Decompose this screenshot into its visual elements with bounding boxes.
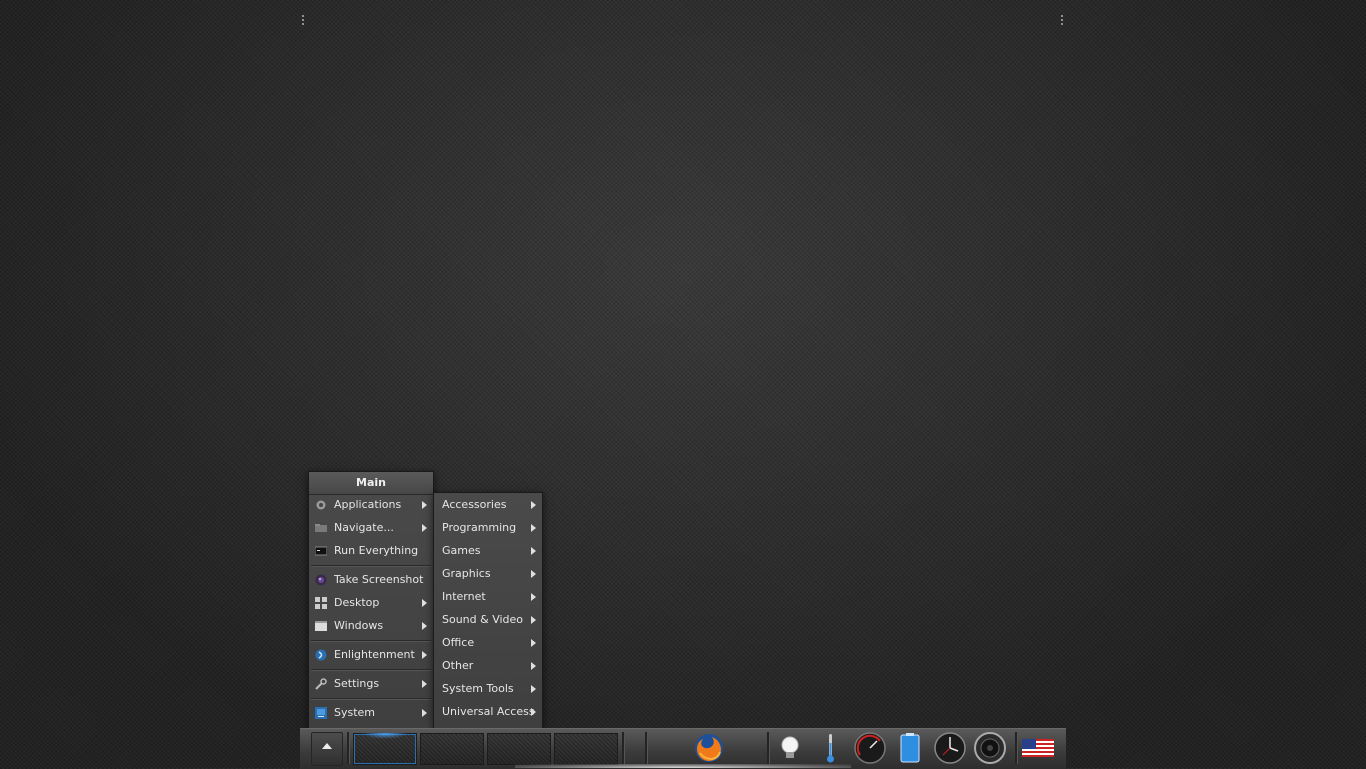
menu-item-other[interactable]: Other xyxy=(434,655,542,677)
virtual-desktop-1[interactable] xyxy=(353,733,417,765)
us-flag-icon[interactable] xyxy=(1021,731,1055,765)
cpu-gauge-icon[interactable] xyxy=(853,731,887,765)
chevron-up-icon xyxy=(322,743,332,749)
menu-item-internet[interactable]: Internet xyxy=(434,586,542,608)
submenu-arrow-icon xyxy=(531,639,536,647)
submenu-arrow-icon xyxy=(531,662,536,670)
folder-icon xyxy=(315,524,327,532)
menu-item-universal-access[interactable]: Universal Access xyxy=(434,701,542,723)
shelf-separator xyxy=(645,732,647,764)
submenu-arrow-icon xyxy=(531,547,536,555)
menu-item-enlightenment[interactable]: Enlightenment xyxy=(309,644,433,666)
start-menu-button[interactable] xyxy=(311,732,343,766)
menu-item-system[interactable]: System xyxy=(309,702,433,724)
window-icon xyxy=(315,621,327,631)
menu-item-label: Universal Access xyxy=(442,705,535,718)
virtual-desktop-3[interactable] xyxy=(487,733,551,765)
shelf-grip-right[interactable] xyxy=(1061,14,1063,26)
applications-submenu: Accessories Programming Games Graphics I… xyxy=(433,492,543,729)
menu-item-label: Programming xyxy=(442,521,517,534)
menu-separator xyxy=(311,640,431,641)
menu-separator xyxy=(311,698,431,699)
menu-item-games[interactable]: Games xyxy=(434,540,542,562)
menu-separator xyxy=(311,565,431,566)
virtual-desktop-2[interactable] xyxy=(420,733,484,765)
shelf-separator xyxy=(767,732,769,764)
menu-item-office[interactable]: Office xyxy=(434,632,542,654)
menu-item-run-everything[interactable]: Run Everything xyxy=(309,540,433,562)
submenu-arrow-icon xyxy=(531,685,536,693)
virtual-desktop-4[interactable] xyxy=(554,733,618,765)
submenu-arrow-icon xyxy=(422,709,427,717)
submenu-arrow-icon xyxy=(422,622,427,630)
shelf-separator xyxy=(347,732,349,764)
menu-item-label: Applications xyxy=(334,498,402,511)
menu-item-label: Office xyxy=(442,636,475,649)
menu-title: Main xyxy=(309,472,433,495)
camera-icon xyxy=(315,574,327,586)
firefox-icon[interactable] xyxy=(692,731,726,765)
grid-icon xyxy=(315,597,327,609)
gear-icon xyxy=(316,500,326,510)
submenu-arrow-icon xyxy=(531,593,536,601)
menu-item-label: Games xyxy=(442,544,481,557)
thermometer-icon[interactable] xyxy=(813,731,847,765)
shelf-separator xyxy=(622,732,624,764)
menu-item-applications[interactable]: Applications xyxy=(309,494,433,516)
menu-item-desktop[interactable]: Desktop xyxy=(309,592,433,614)
lightbulb-icon[interactable] xyxy=(773,731,807,765)
menu-item-graphics[interactable]: Graphics xyxy=(434,563,542,585)
menu-item-take-screenshot[interactable]: Take Screenshot xyxy=(309,569,433,591)
enlightenment-logo-icon xyxy=(315,649,327,661)
submenu-arrow-icon xyxy=(531,708,536,716)
battery-icon[interactable] xyxy=(893,731,927,765)
menu-item-accessories[interactable]: Accessories xyxy=(434,494,542,516)
submenu-arrow-icon xyxy=(422,524,427,532)
submenu-arrow-icon xyxy=(531,616,536,624)
menu-item-label: Run Everything xyxy=(334,544,419,557)
menu-item-sound-video[interactable]: Sound & Video xyxy=(434,609,542,631)
submenu-arrow-icon xyxy=(422,599,427,607)
menu-item-label: Take Screenshot xyxy=(334,573,424,586)
menu-item-settings[interactable]: Settings xyxy=(309,673,433,695)
terminal-icon xyxy=(315,546,327,556)
menu-item-label: Navigate... xyxy=(334,521,394,534)
submenu-arrow-icon xyxy=(531,524,536,532)
menu-item-label: Internet xyxy=(442,590,486,603)
menu-item-label: Settings xyxy=(334,677,380,690)
menu-item-system-tools[interactable]: System Tools xyxy=(434,678,542,700)
submenu-arrow-icon xyxy=(422,651,427,659)
main-menu: Main Applications Navigate... Run Everyt… xyxy=(308,471,434,729)
submenu-arrow-icon xyxy=(422,680,427,688)
menu-item-label: Enlightenment xyxy=(334,648,415,661)
monitor-icon xyxy=(315,707,327,719)
clock-icon[interactable] xyxy=(933,731,967,765)
menu-item-label: Graphics xyxy=(442,567,491,580)
menu-item-label: System Tools xyxy=(442,682,514,695)
menu-separator xyxy=(311,669,431,670)
menu-item-navigate[interactable]: Navigate... xyxy=(309,517,433,539)
submenu-arrow-icon xyxy=(422,501,427,509)
menu-item-label: Desktop xyxy=(334,596,380,609)
speaker-icon[interactable] xyxy=(973,731,1007,765)
menu-item-label: Sound & Video xyxy=(442,613,524,626)
menu-item-label: Other xyxy=(442,659,474,672)
wrench-icon xyxy=(315,678,327,690)
submenu-arrow-icon xyxy=(531,501,536,509)
menu-item-label: System xyxy=(334,706,376,719)
shelf-focus-glow xyxy=(515,764,851,768)
menu-item-label: Accessories xyxy=(442,498,507,511)
menu-item-windows[interactable]: Windows xyxy=(309,615,433,637)
menu-item-programming[interactable]: Programming xyxy=(434,517,542,539)
menu-item-label: Windows xyxy=(334,619,384,632)
shelf-separator xyxy=(1015,732,1017,764)
submenu-arrow-icon xyxy=(531,570,536,578)
shelf-grip-left[interactable] xyxy=(302,14,304,26)
